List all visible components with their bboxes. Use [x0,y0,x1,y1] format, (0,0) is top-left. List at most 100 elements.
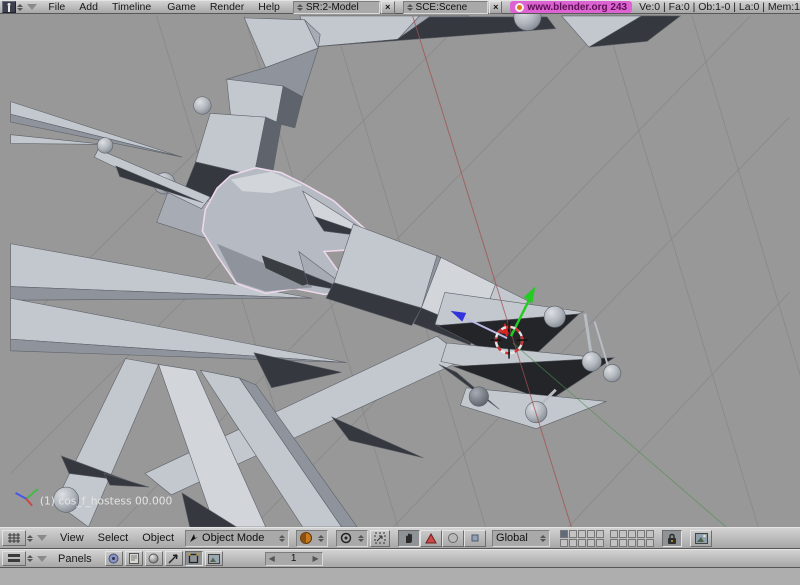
layer-toggle[interactable] [578,539,586,547]
blender-logo-icon [515,3,524,12]
frame-number-field[interactable]: ◀ 1 ▶ [265,552,323,566]
layer-toggle[interactable] [628,539,636,547]
mode-selector-value: Object Mode [202,532,264,544]
layer-toggle[interactable] [578,530,586,538]
orientation-stepper[interactable] [540,535,546,542]
draw-type-selector[interactable] [296,530,328,547]
object-context-icon [168,553,179,564]
editor-type-stepper[interactable] [27,535,33,542]
lock-icon [667,533,677,544]
window-type-stepper[interactable] [17,4,23,11]
shading-context-button[interactable] [145,551,163,566]
layer-toggle[interactable] [619,539,627,547]
menu-help[interactable]: Help [255,1,283,13]
viewport-info-text: (1) cos_f_hostess 00.000 [40,495,173,508]
scene-context-button[interactable] [205,551,223,566]
mode-selector[interactable]: Object Mode [185,530,289,547]
view3d-header: View Select Object Object Mode [0,527,800,549]
blender-web-button[interactable]: www.blender.org 243 [510,1,632,13]
pivot-selector[interactable] [336,530,368,547]
menu-timeline[interactable]: Timeline [109,1,154,13]
layer-toggle[interactable] [560,530,568,538]
layer-buttons [560,530,654,547]
buttons-editor-type-button[interactable] [2,551,26,566]
scene-close-button[interactable]: × [489,1,502,14]
window-type-button[interactable] [2,1,16,13]
blender-window: (1) cos_f_hostess 00.000 File Add Timeli… [0,0,800,585]
orientation-selector[interactable]: Global [492,530,550,547]
frame-next-icon[interactable]: ▶ [312,554,318,563]
layer-toggle[interactable] [610,530,618,538]
header-collapse-icon[interactable] [27,4,37,10]
menu-select[interactable]: Select [95,532,132,544]
layer-block-left [560,530,604,547]
context-button-group [105,551,223,566]
scene-stats: Ve:0 | Fa:0 | Ob:1-0 | La:0 | Mem:1 [639,1,800,13]
layer-toggle[interactable] [646,530,654,538]
view-header-collapse-icon[interactable] [37,535,47,541]
editing-context-button[interactable] [185,551,203,566]
shading-icon [148,553,159,564]
layer-toggle[interactable] [569,539,577,547]
screen-selector[interactable]: SR:2-Model [293,1,380,14]
lock-layers-button[interactable] [662,530,682,547]
editing-icon [188,553,199,564]
scene-selector[interactable]: SCE:Scene [403,1,488,14]
translate-manipulator-button[interactable] [420,530,442,547]
rotate-manipulator-button[interactable] [442,530,464,547]
manipulator-widget-icon [374,532,386,544]
layer-block-right [610,530,654,547]
buttons-window-content: ◀ Weight 1.000 ▶ New Delete UVTex × [0,568,800,585]
manipulator-toggle-button[interactable] [370,530,390,547]
layer-toggle[interactable] [596,539,604,547]
editor-type-button[interactable] [2,530,26,546]
object-mode-icon [189,533,199,543]
layer-toggle[interactable] [610,539,618,547]
menu-object[interactable]: Object [139,532,177,544]
layer-toggle[interactable] [628,530,636,538]
layer-toggle[interactable] [646,539,654,547]
draw-type-stepper[interactable] [318,535,324,542]
scene-icon [208,554,220,564]
frame-number-value: 1 [291,553,297,564]
screen-selector-stepper[interactable] [297,4,303,11]
object-context-button[interactable] [165,551,183,566]
layer-toggle[interactable] [560,539,568,547]
pivot-point-icon [340,532,352,544]
draw-type-sphere-icon [300,532,312,544]
logic-context-button[interactable] [105,551,123,566]
layer-toggle[interactable] [637,539,645,547]
pivot-stepper[interactable] [358,535,364,542]
menu-add[interactable]: Add [76,1,101,13]
buttons-editor-icon [8,554,20,563]
layer-toggle[interactable] [596,530,604,538]
layer-toggle[interactable] [587,530,595,538]
layer-toggle[interactable] [637,530,645,538]
hand-icon [403,532,415,544]
image-icon [695,533,708,544]
red-triangle-icon [425,533,437,544]
viewport-3d[interactable]: (1) cos_f_hostess 00.000 [0,14,800,527]
buttons-editor-stepper[interactable] [27,555,33,562]
script-context-button[interactable] [125,551,143,566]
square-icon [470,533,480,543]
layer-toggle[interactable] [569,530,577,538]
layer-toggle[interactable] [587,539,595,547]
hand-tool-button[interactable] [398,530,420,547]
mode-selector-stepper[interactable] [279,535,285,542]
menu-render[interactable]: Render [207,1,247,13]
screen-close-button[interactable]: × [381,1,394,14]
buttons-header-collapse-icon[interactable] [37,556,47,562]
grid-editor-icon [8,533,20,543]
scale-manipulator-button[interactable] [464,530,486,547]
circle-icon [447,532,459,544]
render-preview-button[interactable] [690,530,712,547]
top-header: File Add Timeline Game Render Help SR:2-… [0,0,800,14]
menu-file[interactable]: File [45,1,68,13]
panels-label[interactable]: Panels [55,553,95,565]
menu-view[interactable]: View [57,532,87,544]
menu-game[interactable]: Game [164,1,199,13]
frame-prev-icon[interactable]: ◀ [269,554,275,563]
scene-selector-stepper[interactable] [407,4,413,11]
layer-toggle[interactable] [619,530,627,538]
